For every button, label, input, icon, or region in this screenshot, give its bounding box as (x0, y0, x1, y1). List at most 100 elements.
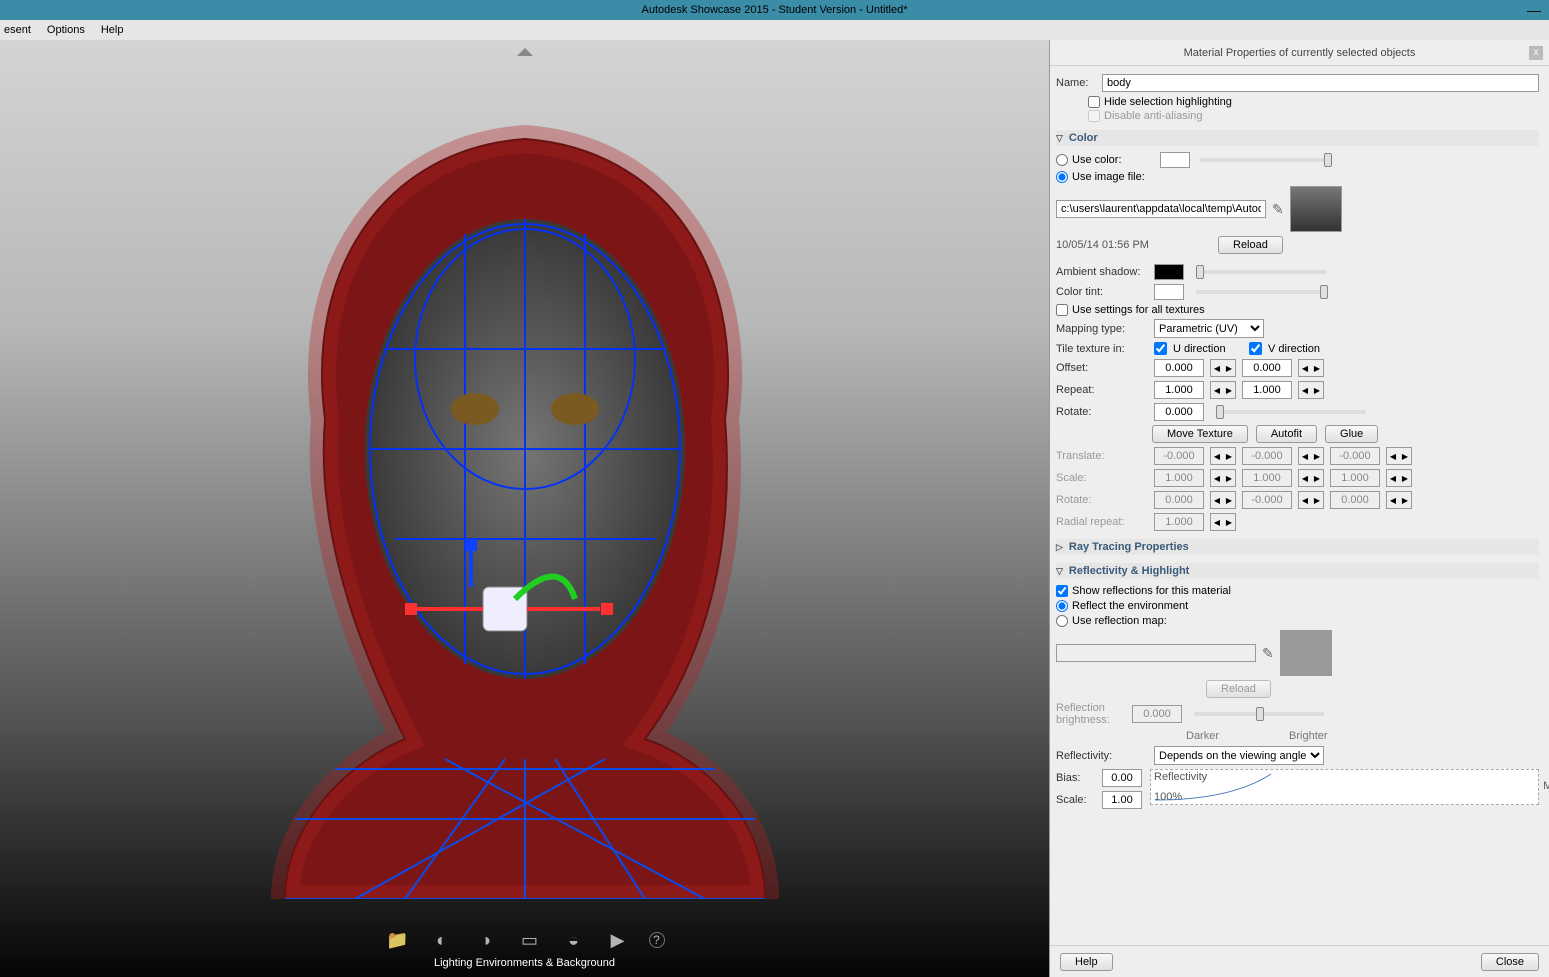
translate-z (1330, 447, 1380, 465)
darker-label: Darker (1186, 730, 1219, 742)
repeat-u-spinner[interactable]: ◀▶ (1210, 381, 1236, 399)
collapse-icon: ▽ (1056, 566, 1063, 577)
help-icon[interactable]: ? (649, 932, 665, 948)
texture-thumbnail (1290, 186, 1342, 232)
refl-bright-label: Reflection brightness: (1056, 702, 1126, 726)
reload-button[interactable]: Reload (1218, 236, 1283, 254)
rotate-slider[interactable] (1216, 410, 1366, 414)
show-reflections-checkbox[interactable] (1056, 585, 1068, 597)
radial-spinner: ◀▶ (1210, 513, 1236, 531)
bias-label: Bias: (1056, 772, 1096, 784)
present-icon[interactable]: ◒ (561, 927, 587, 953)
translate-label: Translate: (1056, 450, 1148, 462)
rotate-field[interactable] (1154, 403, 1204, 421)
name-label: Name: (1056, 77, 1096, 89)
v-direction-label: V direction (1268, 343, 1320, 355)
use-refl-map-radio[interactable] (1056, 615, 1068, 627)
use-all-textures-checkbox[interactable] (1056, 304, 1068, 316)
refl-map-path (1056, 644, 1256, 662)
translate-y (1242, 447, 1292, 465)
rotate-label: Rotate: (1056, 406, 1148, 418)
v-direction-checkbox[interactable] (1249, 342, 1262, 355)
repeat-v-field[interactable] (1242, 381, 1292, 399)
scale-z-spinner: ◀▶ (1386, 469, 1412, 487)
use-all-textures-label: Use settings for all textures (1072, 304, 1205, 316)
tint-slider[interactable] (1196, 290, 1326, 294)
collapse-icon: ▽ (1056, 133, 1063, 144)
translate-x (1154, 447, 1204, 465)
ambient-slider[interactable] (1196, 270, 1326, 274)
section-ray-head[interactable]: ▷ Ray Tracing Properties (1056, 539, 1539, 555)
folder-icon[interactable]: 📁 (385, 927, 411, 953)
scale-refl-field[interactable] (1102, 791, 1142, 809)
file-date-label: 10/05/14 01:56 PM (1056, 239, 1166, 251)
autofit-button[interactable]: Autofit (1256, 425, 1317, 443)
panel-footer: Help Close (1050, 945, 1549, 977)
window-minimize-icon[interactable]: — (1527, 0, 1541, 20)
close-icon[interactable]: x (1529, 46, 1543, 60)
eyedropper-icon[interactable]: ✎ (1272, 201, 1284, 218)
use-color-radio[interactable] (1056, 154, 1068, 166)
rotate2-label: Rotate: (1056, 494, 1148, 506)
hide-selection-checkbox[interactable] (1088, 96, 1100, 108)
menu-bar: esent Options Help (0, 20, 1549, 40)
reflect-env-radio[interactable] (1056, 600, 1068, 612)
mapping-select[interactable]: Parametric (UV) (1154, 319, 1264, 338)
reflectivity-chart: Reflectivity 100% Max (1150, 769, 1539, 805)
section-refl-head[interactable]: ▽ Reflectivity & Highlight (1056, 563, 1539, 579)
lighting-icon[interactable]: ◑ (473, 927, 499, 953)
section-color-title: Color (1069, 132, 1098, 144)
help-button[interactable]: Help (1060, 953, 1113, 971)
offset-u-field[interactable] (1154, 359, 1204, 377)
model-preview (205, 119, 845, 899)
name-field[interactable] (1102, 74, 1539, 92)
repeat-u-field[interactable] (1154, 381, 1204, 399)
offset-u-spinner[interactable]: ◀▶ (1210, 359, 1236, 377)
expand-icon: ▷ (1056, 542, 1063, 553)
offset-v-field[interactable] (1242, 359, 1292, 377)
scale-z (1330, 469, 1380, 487)
image-path-field[interactable] (1056, 200, 1266, 218)
tint-swatch[interactable] (1154, 284, 1184, 300)
window-titlebar: Autodesk Showcase 2015 - Student Version… (0, 0, 1549, 20)
window-title: Autodesk Showcase 2015 - Student Version… (642, 4, 908, 16)
scale-y-spinner: ◀▶ (1298, 469, 1324, 487)
chart-max-label: Max (1543, 780, 1549, 792)
refl-thumbnail (1280, 630, 1332, 676)
environment-sphere-icon[interactable]: ◐ (429, 927, 455, 953)
color-swatch[interactable] (1160, 152, 1190, 168)
publish-icon[interactable]: ▶ (605, 927, 631, 953)
use-image-radio[interactable] (1056, 171, 1068, 183)
menu-help[interactable]: Help (101, 24, 124, 36)
close-button[interactable]: Close (1481, 953, 1539, 971)
disable-aa-label: Disable anti-aliasing (1104, 110, 1202, 122)
viewport-expand-icon[interactable] (517, 48, 533, 56)
rotate2-x (1154, 491, 1204, 509)
u-direction-checkbox[interactable] (1154, 342, 1167, 355)
shot-icon[interactable]: ▭ (517, 927, 543, 953)
use-color-label: Use color: (1072, 154, 1156, 166)
section-refl-title: Reflectivity & Highlight (1069, 565, 1189, 577)
rotate2-z-spinner: ◀▶ (1386, 491, 1412, 509)
use-image-label: Use image file: (1072, 171, 1145, 183)
reflectivity-label: Reflectivity: (1056, 750, 1148, 762)
viewport-3d[interactable]: 📁 ◐ ◑ ▭ ◒ ▶ ? Lighting Environments & Ba… (0, 40, 1049, 977)
eyedropper-icon[interactable]: ✎ (1262, 645, 1274, 662)
reflectivity-select[interactable]: Depends on the viewing angle (1154, 746, 1324, 765)
ambient-swatch[interactable] (1154, 264, 1184, 280)
offset-v-spinner[interactable]: ◀▶ (1298, 359, 1324, 377)
translate-z-spinner: ◀▶ (1386, 447, 1412, 465)
hide-selection-label: Hide selection highlighting (1104, 96, 1232, 108)
menu-present[interactable]: esent (4, 24, 31, 36)
brighter-label: Brighter (1289, 730, 1328, 742)
use-refl-map-label: Use reflection map: (1072, 615, 1167, 627)
menu-options[interactable]: Options (47, 24, 85, 36)
show-reflections-label: Show reflections for this material (1072, 585, 1231, 597)
glue-button[interactable]: Glue (1325, 425, 1378, 443)
move-texture-button[interactable]: Move Texture (1152, 425, 1248, 443)
material-properties-panel: Material Properties of currently selecte… (1049, 40, 1549, 977)
bias-field[interactable] (1102, 769, 1142, 787)
repeat-v-spinner[interactable]: ◀▶ (1298, 381, 1324, 399)
section-color-head[interactable]: ▽ Color (1056, 130, 1539, 146)
color-slider[interactable] (1200, 158, 1330, 162)
